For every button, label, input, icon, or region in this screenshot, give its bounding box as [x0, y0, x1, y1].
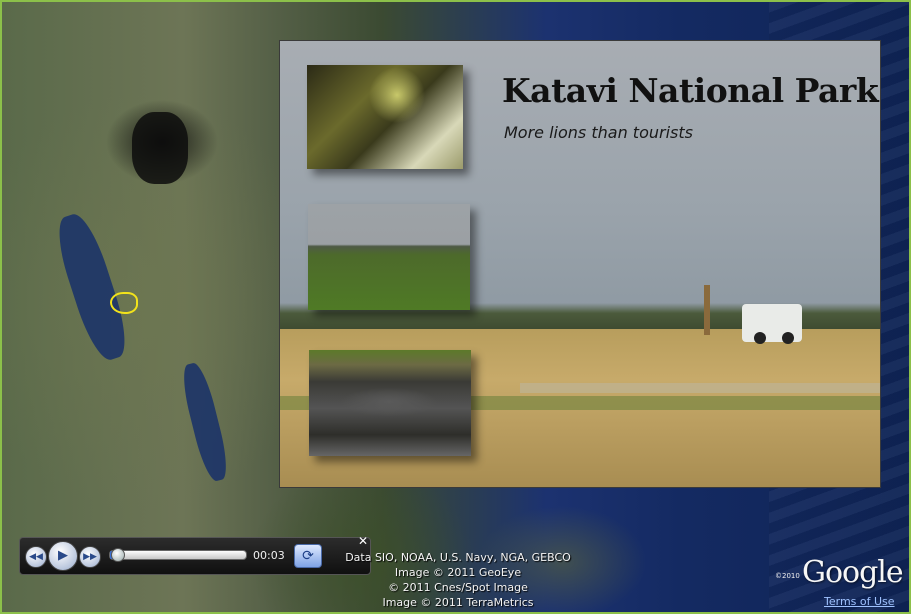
terms-of-use-link[interactable]: Terms of Use [824, 595, 895, 608]
progress-knob[interactable] [110, 548, 125, 562]
attribution-line: Image © 2011 GeoEye [394, 566, 522, 579]
google-logo: Google [802, 555, 904, 590]
fast-forward-button[interactable]: ▶▶ [79, 546, 101, 568]
rewind-icon: ◀◀ [29, 552, 43, 562]
play-icon: ▶ [58, 548, 68, 563]
katavi-park-outline[interactable] [110, 292, 138, 314]
fast-forward-icon: ▶▶ [83, 552, 97, 562]
close-icon: ✕ [357, 534, 369, 548]
play-button[interactable]: ▶ [48, 541, 78, 571]
background-safari-jeep [742, 304, 802, 344]
tour-progress-slider[interactable] [109, 548, 247, 562]
balloon-panel: Katavi National Park More lions than tou… [279, 40, 881, 488]
attribution-line: Data SIO, NOAA, U.S. Navy, NGA, GEBCO [345, 551, 571, 564]
lion-photo [307, 65, 463, 169]
elapsed-time: 00:03 [253, 549, 285, 562]
rewind-button[interactable]: ◀◀ [25, 546, 47, 568]
background-giraffe [704, 285, 710, 335]
close-player-button[interactable]: ✕ [356, 534, 370, 548]
loop-button[interactable]: ⟳ [294, 544, 322, 568]
attribution-line: © 2011 Cnes/Spot Image [388, 581, 528, 594]
slide-subtitle: More lions than tourists [504, 123, 693, 142]
lake-dark [132, 112, 188, 184]
background-track [520, 383, 880, 393]
google-copyright: ©2010 [775, 572, 800, 580]
attribution-line: Image © 2011 TerraMetrics [382, 596, 534, 609]
loop-icon: ⟳ [302, 548, 314, 564]
tour-player: ◀◀ ▶ ▶▶ 00:03 ⟳ [19, 537, 371, 575]
slide-title: Katavi National Park [502, 71, 879, 110]
earth-view[interactable]: Katavi National Park More lions than tou… [0, 0, 911, 614]
hippo-photo [309, 350, 471, 456]
herd-photo [308, 204, 470, 310]
imagery-attribution: Data SIO, NOAA, U.S. Navy, NGA, GEBCO Im… [338, 550, 578, 610]
